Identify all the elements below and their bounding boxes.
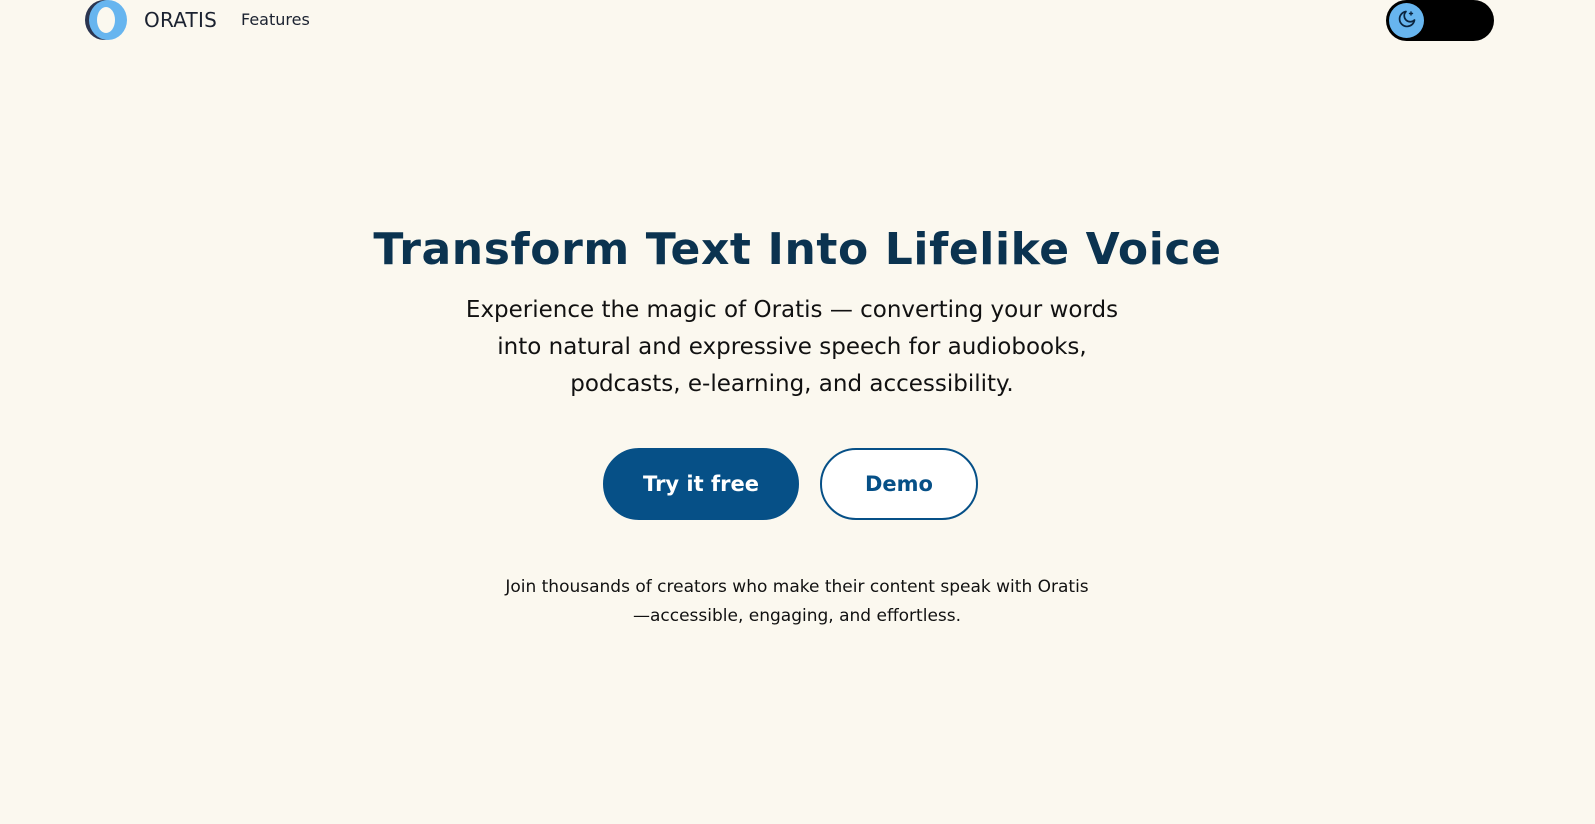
nav-link-features[interactable]: Features bbox=[241, 10, 310, 30]
moon-icon bbox=[1397, 9, 1417, 33]
top-navbar: ORATIS Features bbox=[0, 0, 1595, 44]
try-it-free-button[interactable]: Try it free bbox=[603, 448, 799, 520]
brand-name[interactable]: ORATIS bbox=[144, 8, 217, 32]
oratis-logo-icon[interactable] bbox=[84, 0, 128, 40]
hero-subtitle: Experience the magic of Oratis — convert… bbox=[465, 297, 1119, 397]
hero-tagline: Join thousands of creators who make thei… bbox=[505, 577, 1089, 626]
demo-button[interactable]: Demo bbox=[820, 448, 978, 520]
hero-title: Transform Text Into Lifelike Voice bbox=[373, 224, 1222, 275]
toggle-knob bbox=[1389, 3, 1424, 38]
theme-toggle[interactable] bbox=[1386, 0, 1494, 41]
